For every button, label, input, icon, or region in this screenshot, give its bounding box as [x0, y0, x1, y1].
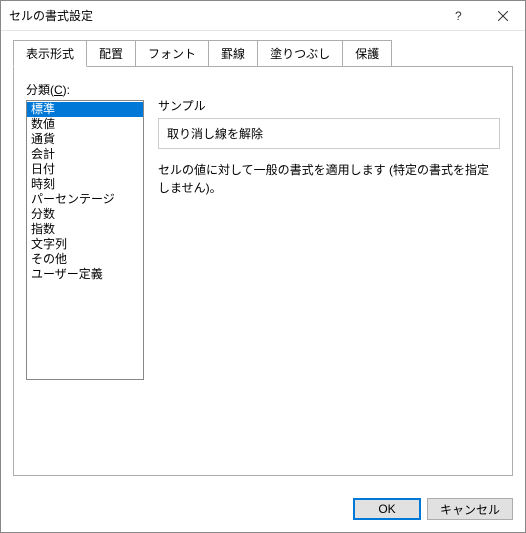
list-item[interactable]: パーセンテージ [27, 192, 143, 207]
dialog-body: 表示形式配置フォント罫線塗りつぶし保護 分類(C): 標準数値通貨会計日付時刻パ… [1, 31, 525, 488]
list-item[interactable]: ユーザー定義 [27, 267, 143, 282]
cancel-button[interactable]: キャンセル [427, 498, 513, 520]
list-item[interactable]: 分数 [27, 207, 143, 222]
list-item[interactable]: 時刻 [27, 177, 143, 192]
tab-1[interactable]: 配置 [86, 40, 136, 67]
tab-3[interactable]: 罫線 [208, 40, 258, 67]
close-button[interactable] [480, 1, 525, 30]
dialog-footer: OK キャンセル [1, 488, 525, 532]
list-item[interactable]: 標準 [27, 102, 143, 117]
titlebar-title: セルの書式設定 [9, 7, 435, 24]
sample-box: 取り消し線を解除 [158, 118, 500, 149]
category-column: 分類(C): 標準数値通貨会計日付時刻パーセンテージ分数指数文字列その他ユーザー… [26, 81, 144, 463]
svg-text:?: ? [455, 10, 462, 22]
tab-4[interactable]: 塗りつぶし [257, 40, 343, 67]
tab-2[interactable]: フォント [135, 40, 209, 67]
tab-panel-format: 分類(C): 標準数値通貨会計日付時刻パーセンテージ分数指数文字列その他ユーザー… [13, 66, 513, 476]
list-item[interactable]: 文字列 [27, 237, 143, 252]
titlebar: セルの書式設定 ? [1, 1, 525, 31]
list-item[interactable]: 通貨 [27, 132, 143, 147]
list-item[interactable]: 数値 [27, 117, 143, 132]
category-listbox[interactable]: 標準数値通貨会計日付時刻パーセンテージ分数指数文字列その他ユーザー定義 [26, 100, 144, 380]
ok-button[interactable]: OK [353, 498, 421, 520]
list-item[interactable]: 会計 [27, 147, 143, 162]
sample-label: サンプル [158, 97, 500, 114]
format-description: セルの値に対して一般の書式を適用します (特定の書式を指定しません)。 [158, 161, 500, 197]
list-item[interactable]: 日付 [27, 162, 143, 177]
tab-5[interactable]: 保護 [342, 40, 392, 67]
category-label: 分類(C): [26, 81, 144, 98]
tabstrip: 表示形式配置フォント罫線塗りつぶし保護 [13, 39, 513, 66]
dialog-window: セルの書式設定 ? 表示形式配置フォント罫線塗りつぶし保護 分類(C): 標準数… [0, 0, 526, 533]
sample-value: 取り消し線を解除 [167, 127, 263, 141]
tab-0[interactable]: 表示形式 [13, 40, 87, 67]
list-item[interactable]: 指数 [27, 222, 143, 237]
help-button[interactable]: ? [435, 1, 480, 30]
detail-column: サンプル 取り消し線を解除 セルの値に対して一般の書式を適用します (特定の書式… [158, 81, 500, 463]
list-item[interactable]: その他 [27, 252, 143, 267]
